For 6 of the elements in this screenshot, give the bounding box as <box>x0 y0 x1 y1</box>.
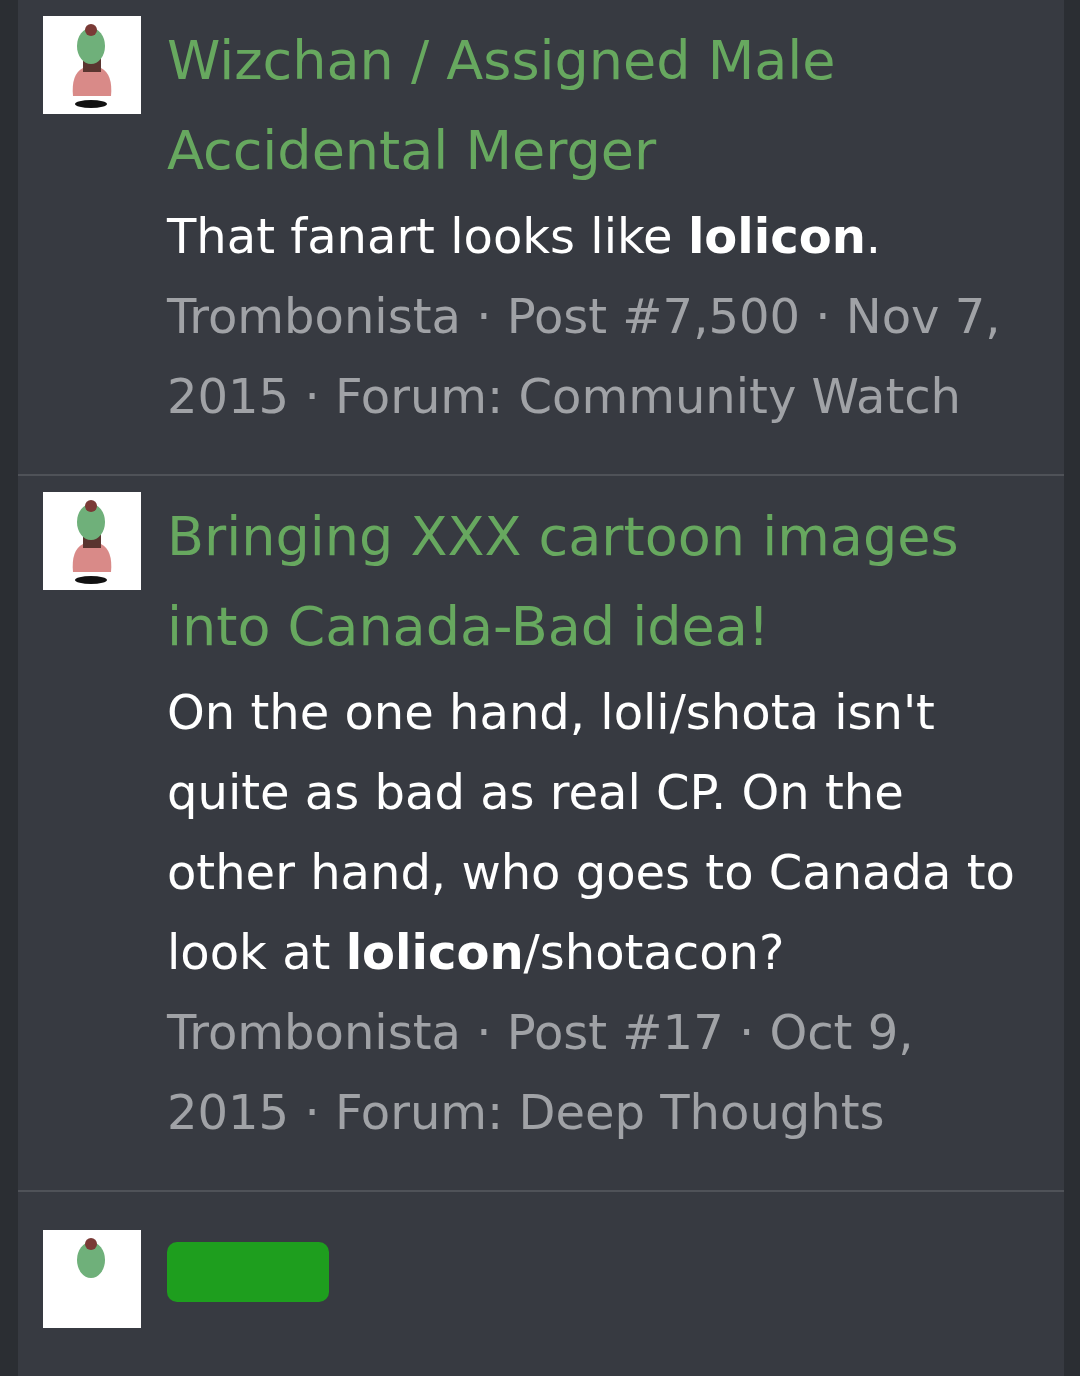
result-title-link[interactable]: Wizchan / Assigned Male Accidental Merger <box>167 16 1044 196</box>
result-title-link[interactable]: Bringing XXX cartoon images into Canada-Bad idea! <box>167 492 1044 672</box>
result-meta: Trombonista · Post #17 · Oct 9, 2015 · Forum: Deep Thoughts <box>167 1003 915 1142</box>
result-meta: Trombonista · Post #7,500 · Nov 7, 2015 · Forum: Community Watch <box>167 287 1002 426</box>
result-snippet: That fanart looks like lolicon. <box>167 207 883 266</box>
result-snippet: On the one hand, loli/shota isn't quite as bad as real CP. On the other hand, who goes to Canada to look at lolicon/shotacon? <box>167 683 1016 982</box>
